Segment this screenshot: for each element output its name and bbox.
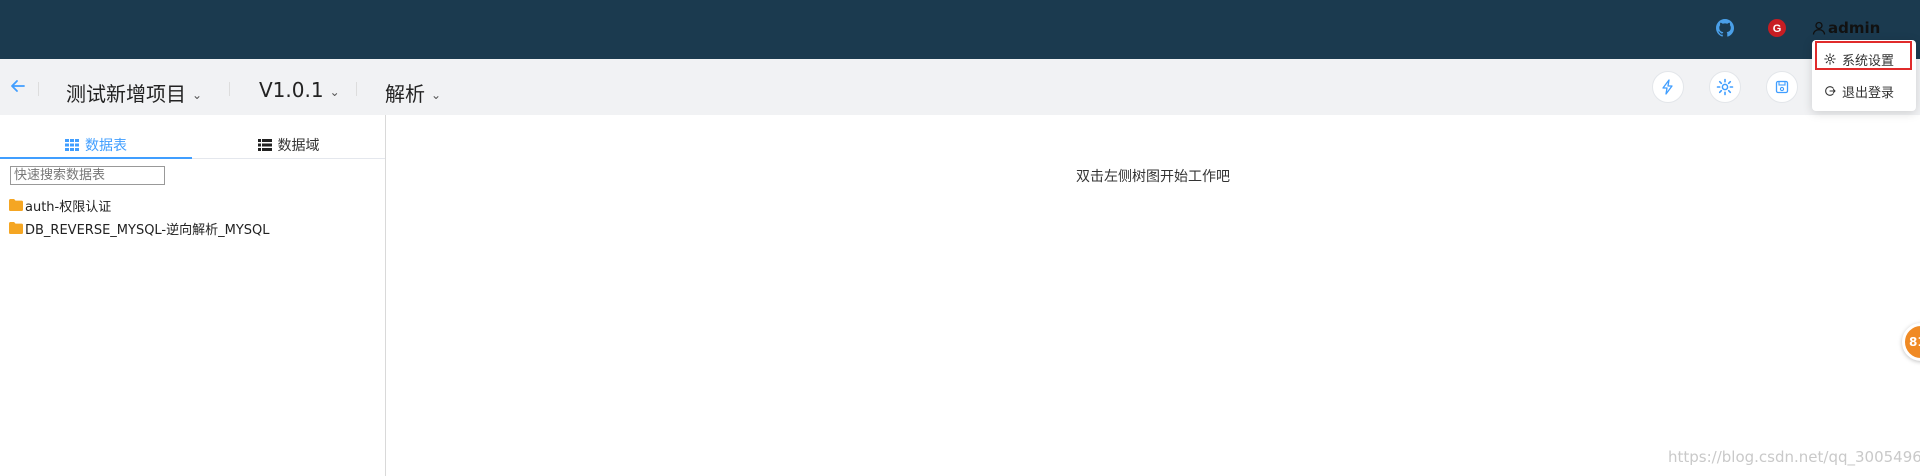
folder-icon (9, 199, 23, 211)
divider (229, 82, 230, 96)
quick-action-button[interactable] (1652, 71, 1684, 103)
tab-divider (192, 158, 385, 159)
mode-selector[interactable]: 解析 ⌄ (385, 78, 441, 107)
chevron-down-icon: ⌄ (431, 87, 442, 102)
lightning-icon (1662, 79, 1673, 95)
svg-text:G: G (1773, 23, 1782, 35)
tab-label: 数据表 (85, 138, 127, 154)
save-button[interactable] (1766, 71, 1798, 103)
user-icon (1812, 21, 1826, 35)
divider (356, 82, 357, 96)
save-icon (1775, 80, 1789, 94)
tree-node-label: DB_REVERSE_MYSQL-逆向解析_MYSQL (25, 222, 270, 238)
empty-state-hint: 双击左侧树图开始工作吧 (1076, 169, 1230, 185)
folder-icon (9, 222, 23, 234)
menu-item-label: 退出登录 (1842, 85, 1895, 101)
floating-badge-count: 81 (1909, 335, 1920, 349)
user-menu-trigger[interactable]: admin (1812, 16, 1880, 40)
github-icon[interactable] (1715, 18, 1735, 38)
active-tab-indicator (0, 157, 192, 159)
grid-icon (65, 139, 79, 151)
tab-domains[interactable]: 数据域 (192, 132, 385, 158)
project-name: 测试新增项目 (66, 82, 186, 106)
chevron-down-icon: ⌄ (192, 87, 203, 102)
table-search-input[interactable] (10, 166, 165, 185)
version-selector[interactable]: V1.0.1 ⌄ (259, 78, 340, 102)
tree-node[interactable]: DB_REVERSE_MYSQL-逆向解析_MYSQL (9, 218, 270, 238)
version-label: V1.0.1 (259, 78, 324, 102)
gear-icon (1716, 78, 1734, 96)
gitee-icon[interactable]: G (1767, 18, 1787, 38)
divider (38, 82, 39, 96)
tree-node[interactable]: auth-权限认证 (9, 195, 111, 215)
settings-button[interactable] (1709, 71, 1741, 103)
username: admin (1828, 19, 1881, 37)
menu-item-logout[interactable]: 退出登录 (1818, 79, 1894, 103)
project-selector[interactable]: 测试新增项目 ⌄ (66, 78, 202, 107)
watermark: https://blog.csdn.net/qq_30054961 (1668, 448, 1920, 466)
floating-badge[interactable]: 81 (1902, 323, 1920, 361)
list-icon (257, 139, 272, 151)
tree-node-label: auth-权限认证 (25, 199, 112, 215)
arrow-left-icon[interactable] (8, 76, 30, 98)
tab-label: 数据域 (277, 138, 320, 154)
chevron-down-icon: ⌄ (329, 85, 340, 99)
tab-tables[interactable]: 数据表 (0, 132, 192, 158)
top-header (0, 0, 1920, 59)
highlight-box (1815, 41, 1912, 70)
logout-icon (1825, 86, 1836, 96)
mode-label: 解析 (385, 82, 425, 106)
